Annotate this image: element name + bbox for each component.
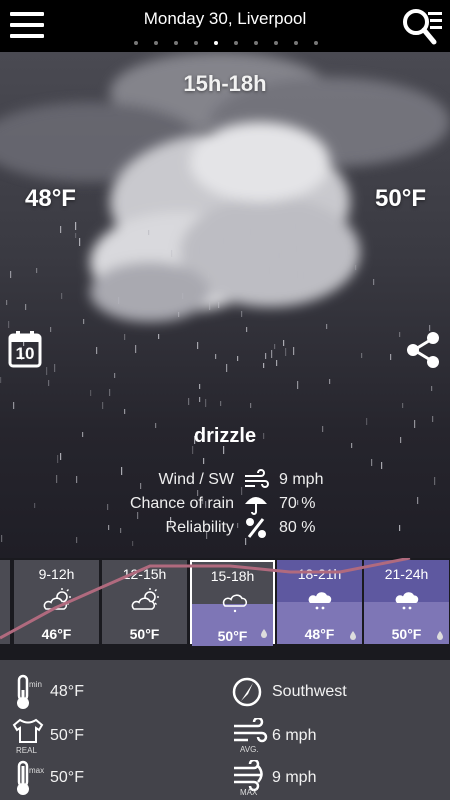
rain-chance-label: Chance of rain [129, 495, 234, 512]
weather-scene: 15h-18h 48°F 50°F 10 drizzle Wind / SW 9… [0, 52, 450, 558]
wind-direction-value: Southwest [272, 683, 347, 700]
share-icon [407, 332, 439, 368]
search-list-icon [403, 9, 442, 45]
rain-chance-value: 70 % [279, 495, 316, 512]
percent-icon [246, 518, 266, 538]
temperature-trend-line [0, 558, 411, 640]
wind-row: Wind / SW 9 mph [0, 468, 450, 492]
page-dot[interactable] [294, 41, 298, 45]
menu-icon-bar [10, 23, 44, 27]
real-label: REAL [16, 746, 37, 755]
wind-icon [245, 469, 269, 488]
page-dot[interactable] [134, 41, 138, 45]
time-range: 15h-18h [183, 71, 267, 96]
wind-value: 9 mph [279, 471, 324, 488]
max-label: max [29, 766, 45, 775]
compass-icon [232, 677, 262, 707]
page-dot-active[interactable] [214, 41, 218, 45]
real-feel-stat: REAL 50°F [10, 718, 210, 755]
page-dot[interactable] [234, 41, 238, 45]
avg-label: AVG. [240, 745, 259, 754]
min-temp-value: 48°F [50, 683, 84, 700]
min-temp-stat: min 48°F [10, 674, 210, 710]
menu-icon [10, 12, 44, 16]
page-dot[interactable] [154, 41, 158, 45]
stats-panel: min 48°F REAL 50°F max 50°F Southwest AV… [0, 660, 450, 800]
max-temp-stat: max 50°F [10, 760, 210, 796]
reliability-label: Reliability [165, 519, 234, 536]
avg-wind-stat: AVG. 6 mph [232, 718, 442, 754]
wind-direction-stat: Southwest [232, 674, 442, 710]
avg-wind-value: 6 mph [272, 727, 317, 744]
hourly-forecast: 9-12h 46°F 12-15h 50°F 15-18h 50°F 18-21h 48°F 2… [0, 558, 450, 660]
max-wind-label: MAX [240, 788, 258, 797]
page-dot[interactable] [174, 41, 178, 45]
search-button[interactable] [400, 4, 446, 48]
page-dot[interactable] [254, 41, 258, 45]
calendar-day: 10 [15, 344, 35, 363]
page-dot[interactable] [274, 41, 278, 45]
umbrella-icon [245, 497, 267, 515]
min-label: min [29, 680, 42, 689]
page-indicator [134, 41, 334, 45]
page-title: Monday 30, Liverpool [143, 9, 307, 28]
app-header: Monday 30, Liverpool [0, 0, 450, 52]
menu-icon-bar [10, 34, 44, 38]
start-temperature: 48°F [25, 185, 76, 212]
weather-condition: drizzle [193, 425, 257, 447]
rain-chance-row: Chance of rain 70 % [0, 492, 450, 516]
reliability-value: 80 % [279, 519, 316, 536]
calendar-button[interactable]: 10 [8, 330, 42, 368]
reliability-row: Reliability 80 % [0, 516, 450, 540]
max-temp-value: 50°F [50, 769, 84, 786]
share-button[interactable] [406, 332, 440, 368]
weather-app: Monday 30, Liverpool 15h-18h 48°F 50°F 1… [0, 0, 450, 800]
max-wind-stat: MAX 9 mph [232, 760, 442, 797]
page-dot[interactable] [194, 41, 198, 45]
page-dot[interactable] [314, 41, 318, 45]
menu-button[interactable] [10, 10, 44, 40]
end-temperature: 50°F [375, 185, 426, 212]
wind-label: Wind / SW [158, 471, 234, 488]
real-feel-value: 50°F [50, 727, 84, 744]
max-wind-value: 9 mph [272, 769, 317, 786]
